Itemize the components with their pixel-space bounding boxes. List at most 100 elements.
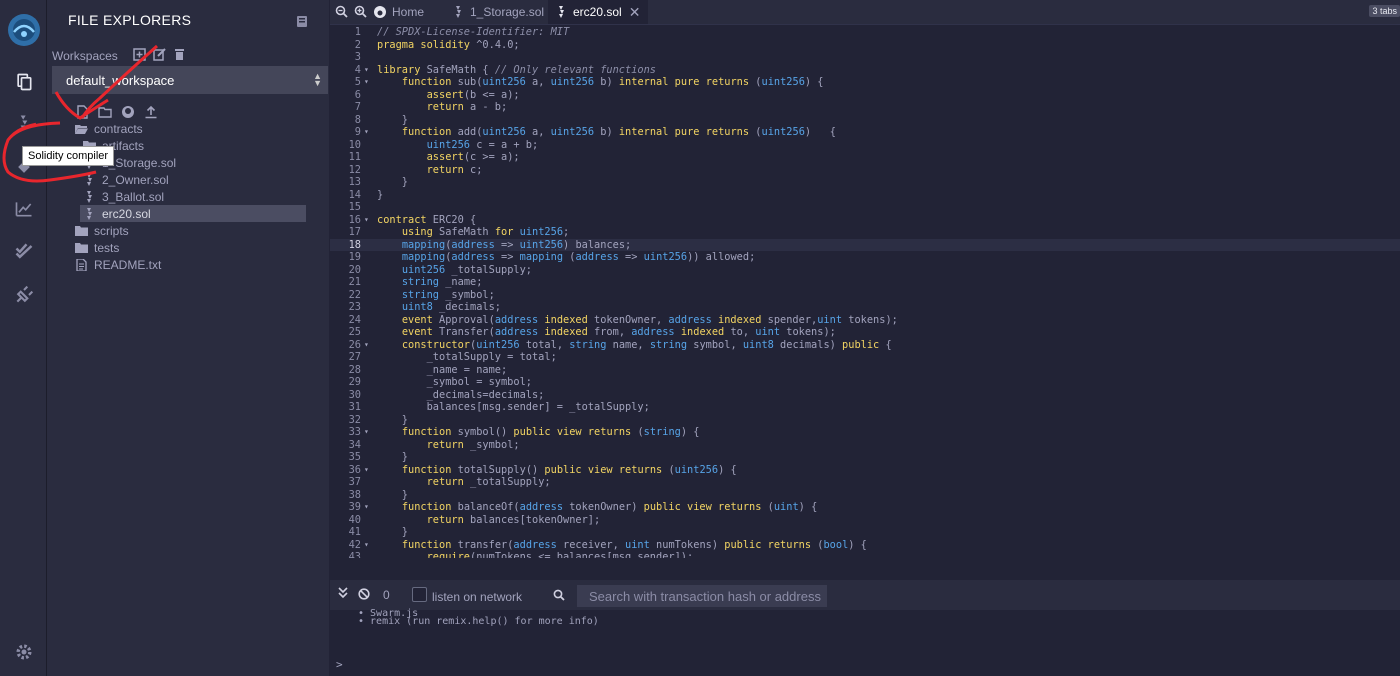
code-line[interactable]: 21 string _name; — [330, 276, 1400, 289]
code-line[interactable]: 12 return c; — [330, 164, 1400, 177]
line-number: 39 — [348, 501, 361, 513]
code-text: function totalSupply() public view retur… — [401, 463, 737, 476]
code-line[interactable]: 26 ▾ constructor(uint256 total, string na… — [330, 339, 1400, 352]
code-line[interactable]: 35 } — [330, 451, 1400, 464]
fold-chevron-icon[interactable]: ▾ — [364, 501, 369, 514]
tree-item-erc20[interactable]: erc20.sol — [80, 205, 306, 222]
close-tab-icon[interactable]: ✕ — [629, 4, 641, 21]
code-line[interactable]: 33 ▾ function symbol() public view return… — [330, 426, 1400, 439]
tree-item-contracts[interactable]: contracts — [75, 120, 143, 137]
tree-item-3-ballot[interactable]: 3_Ballot.sol — [83, 188, 164, 205]
code-text: require(numTokens <= balances[msg.sender… — [426, 551, 694, 558]
code-line[interactable]: 43 require(numTokens <= balances[msg.sen… — [330, 551, 1400, 558]
code-line[interactable]: 19 mapping(address => mapping (address =… — [330, 251, 1400, 264]
code-line[interactable]: 30 _decimals=decimals; — [330, 389, 1400, 402]
create-workspace-icon[interactable] — [133, 48, 146, 61]
zoom-in-icon[interactable] — [354, 5, 367, 18]
code-line[interactable]: 40 return balances[tokenOwner]; — [330, 514, 1400, 527]
tree-item-2-owner[interactable]: 2_Owner.sol — [83, 171, 169, 188]
code-line[interactable]: 27 _totalSupply = total; — [330, 351, 1400, 364]
clear-console-icon[interactable] — [358, 588, 370, 603]
code-text: uint256 c = a + b; — [426, 138, 539, 151]
delete-workspace-icon[interactable] — [173, 48, 186, 61]
rename-workspace-icon[interactable] — [153, 48, 166, 61]
code-line[interactable]: 10 uint256 c = a + b; — [330, 139, 1400, 152]
fold-chevron-icon[interactable]: ▾ — [364, 539, 369, 552]
folder-icon — [75, 225, 88, 237]
code-line[interactable]: 42 ▾ function transfer(address receiver, … — [330, 539, 1400, 552]
fold-chevron-icon[interactable]: ▾ — [364, 214, 369, 227]
code-line[interactable]: 34 return _symbol; — [330, 439, 1400, 452]
fold-chevron-icon[interactable]: ▾ — [364, 64, 369, 77]
line-number: 11 — [348, 151, 361, 163]
collapse-terminal-icon[interactable] — [338, 587, 348, 602]
code-text: using SafeMath for uint256; — [401, 226, 570, 238]
file-explorer-icon[interactable] — [10, 68, 38, 96]
code-line[interactable]: 1 // SPDX-License-Identifier: MIT — [330, 26, 1400, 39]
code-line[interactable]: 32 } — [330, 414, 1400, 427]
fold-chevron-icon[interactable]: ▾ — [364, 339, 369, 352]
code-text: assert(c >= a); — [426, 151, 520, 163]
tree-item-tests[interactable]: tests — [75, 239, 119, 256]
code-line[interactable]: 16 ▾ contract ERC20 { — [330, 214, 1400, 227]
code-line[interactable]: 18 mapping(address => uint256) balances; — [330, 238, 1400, 251]
line-number: 27 — [348, 351, 361, 363]
code-line[interactable]: 39 ▾ function balanceOf(address tokenOwne… — [330, 501, 1400, 514]
fold-chevron-icon[interactable]: ▾ — [364, 126, 369, 139]
code-line[interactable]: 8 } — [330, 114, 1400, 127]
code-line[interactable]: 22 string _symbol; — [330, 289, 1400, 302]
code-line[interactable]: 36 ▾ function totalSupply() public view r… — [330, 464, 1400, 477]
code-line[interactable]: 41 } — [330, 526, 1400, 539]
settings-gear-icon[interactable] — [13, 641, 35, 663]
fold-chevron-icon[interactable]: ▾ — [364, 464, 369, 477]
code-line[interactable]: 6 assert(b <= a); — [330, 89, 1400, 102]
terminal-prompt[interactable]: > — [336, 658, 343, 671]
listen-network-checkbox[interactable] — [412, 587, 427, 602]
tests-check-icon[interactable] — [13, 240, 35, 262]
code-line[interactable]: 13 } — [330, 176, 1400, 189]
remix-logo-icon[interactable] — [6, 12, 42, 48]
upload-icon[interactable] — [144, 105, 158, 119]
analysis-chart-icon[interactable] — [13, 198, 35, 220]
line-number: 23 — [348, 301, 361, 313]
code-editor[interactable]: 1 // SPDX-License-Identifier: MIT 2 pragma … — [330, 26, 1400, 558]
code-line[interactable]: 9 ▾ function add(uint256 a, uint256 b) in… — [330, 126, 1400, 139]
line-number: 26 — [348, 338, 361, 351]
fold-chevron-icon[interactable]: ▾ — [364, 426, 369, 439]
code-line[interactable]: 5 ▾ function sub(uint256 a, uint256 b) in… — [330, 76, 1400, 89]
code-line[interactable]: 11 assert(c >= a); — [330, 151, 1400, 164]
code-line[interactable]: 3 — [330, 51, 1400, 64]
code-line[interactable]: 29 _symbol = symbol; — [330, 376, 1400, 389]
plugin-manager-icon[interactable] — [13, 284, 35, 306]
tab-1-storage[interactable]: 1_Storage.sol — [445, 0, 552, 24]
line-number: 17 — [348, 226, 361, 238]
github-icon[interactable] — [121, 105, 135, 119]
tree-item-readme[interactable]: README.txt — [75, 256, 161, 273]
code-line[interactable]: 28 _name = name; — [330, 364, 1400, 377]
tab-erc20[interactable]: erc20.sol ✕ — [548, 0, 649, 24]
code-line[interactable]: 7 return a - b; — [330, 101, 1400, 114]
transaction-search-input[interactable]: Search with transaction hash or address — [577, 585, 827, 607]
tab-home[interactable]: Home — [373, 0, 434, 24]
tree-item-scripts[interactable]: scripts — [75, 222, 129, 239]
workspace-select[interactable]: default_workspace ▲ ▼ — [52, 66, 328, 94]
code-line[interactable]: 15 — [330, 201, 1400, 214]
new-folder-icon[interactable] — [98, 105, 112, 119]
code-line[interactable]: 38 } — [330, 489, 1400, 502]
code-line[interactable]: 20 uint256 _totalSupply; — [330, 264, 1400, 277]
code-line[interactable]: 25 event Transfer(address indexed from, … — [330, 326, 1400, 339]
code-line[interactable]: 4 ▾ library SafeMath { // Only relevant fu… — [330, 64, 1400, 77]
code-line[interactable]: 37 return _totalSupply; — [330, 476, 1400, 489]
code-line[interactable]: 2 pragma solidity ^0.4.0; — [330, 39, 1400, 52]
zoom-out-icon[interactable] — [335, 5, 348, 18]
solidity-compiler-icon[interactable] — [13, 112, 35, 134]
fold-chevron-icon[interactable]: ▾ — [364, 76, 369, 89]
code-line[interactable]: 31 balances[msg.sender] = _totalSupply; — [330, 401, 1400, 414]
pin-panel-icon[interactable] — [297, 14, 307, 27]
code-line[interactable]: 24 event Approval(address indexed tokenO… — [330, 314, 1400, 327]
code-line[interactable]: 17 using SafeMath for uint256; — [330, 226, 1400, 239]
new-file-icon[interactable] — [75, 105, 89, 119]
code-line[interactable]: 14} — [330, 189, 1400, 202]
code-text: mapping(address => mapping (address => u… — [401, 251, 756, 263]
code-line[interactable]: 23 uint8 _decimals; — [330, 301, 1400, 314]
